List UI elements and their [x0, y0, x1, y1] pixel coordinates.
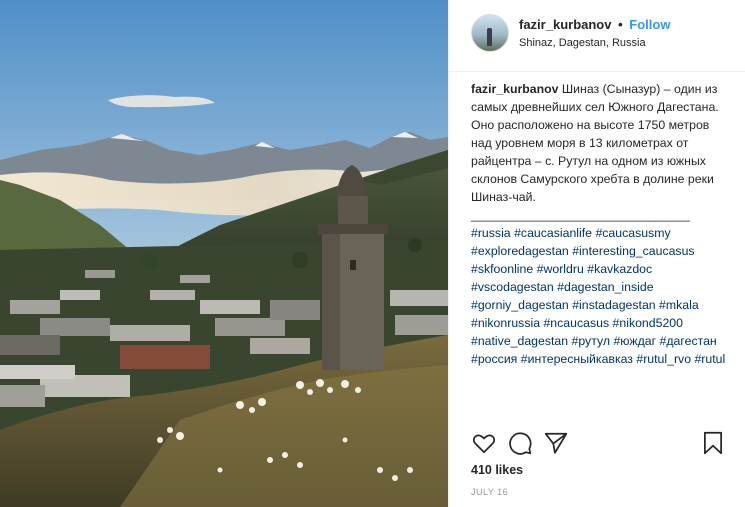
hashtag-link[interactable]: #vscodagestan — [471, 280, 554, 294]
hashtag-link[interactable]: #rutul — [694, 352, 725, 366]
follow-button[interactable]: Follow — [629, 17, 670, 32]
hashtag-link[interactable]: #nikond5200 — [613, 316, 683, 330]
location-link[interactable]: Shinaz, Dagestan, Russia — [519, 37, 646, 49]
hashtag-link[interactable]: #дагестан — [660, 334, 717, 348]
hashtag-link[interactable]: #рутул — [572, 334, 611, 348]
hashtag-link[interactable]: #russia — [471, 226, 511, 240]
hashtag-link[interactable]: #instadagestan — [572, 298, 655, 312]
landscape-image — [0, 0, 448, 507]
hashtag-link[interactable]: #exploredagestan — [471, 244, 569, 258]
username-link[interactable]: fazir_kurbanov — [519, 17, 611, 32]
hashtag-link[interactable]: #юждаг — [613, 334, 656, 348]
hashtag-link[interactable]: #skfoonline — [471, 262, 533, 276]
hashtag-link[interactable]: #dagestan_inside — [557, 280, 653, 294]
post-header: fazir_kurbanov • Follow Shinaz, Dagestan… — [449, 0, 745, 72]
hashtag-link[interactable]: #gorniy_dagestan — [471, 298, 569, 312]
caption-divider: ________________________________ — [471, 208, 690, 222]
share-icon[interactable] — [543, 430, 569, 456]
avatar[interactable] — [471, 14, 509, 52]
hashtag-link[interactable]: #nikonrussia — [471, 316, 540, 330]
post-date: JULY 16 — [471, 487, 509, 497]
heart-icon[interactable] — [471, 430, 497, 456]
caption-username[interactable]: fazir_kurbanov — [471, 82, 558, 96]
hashtag-link[interactable]: #native_dagestan — [471, 334, 568, 348]
post-caption: fazir_kurbanov Шиназ (Сыназур) – один из… — [471, 80, 726, 368]
post-photo[interactable] — [0, 0, 448, 507]
hashtag-link[interactable]: #mkala — [659, 298, 699, 312]
hashtag-link[interactable]: #interesting_caucasus — [572, 244, 694, 258]
post-sidebar: fazir_kurbanov • Follow Shinaz, Dagestan… — [448, 0, 745, 507]
bookmark-icon[interactable] — [700, 430, 726, 456]
instagram-post: fazir_kurbanov • Follow Shinaz, Dagestan… — [0, 0, 745, 507]
hashtag-link[interactable]: #worldru — [537, 262, 584, 276]
separator-dot: • — [618, 17, 623, 32]
hashtag-list: #russia #caucasianlife #caucasusmy #expl… — [471, 224, 726, 368]
caption-text: Шиназ (Сыназур) – один из самых древнейш… — [471, 82, 719, 204]
action-bar — [471, 430, 726, 458]
hashtag-link[interactable]: #kavkazdoc — [587, 262, 652, 276]
hashtag-link[interactable]: #rutul_rvo — [636, 352, 691, 366]
comment-icon[interactable] — [507, 430, 533, 456]
hashtag-link[interactable]: #caucasianlife — [514, 226, 592, 240]
hashtag-link[interactable]: #caucasusmy — [595, 226, 670, 240]
hashtag-link[interactable]: #интересныйкавказ — [521, 352, 633, 366]
avatar-figure — [487, 28, 492, 46]
hashtag-link[interactable]: #ncaucasus — [543, 316, 609, 330]
username-row: fazir_kurbanov • Follow — [519, 17, 670, 32]
hashtag-link[interactable]: #россия — [471, 352, 517, 366]
likes-count[interactable]: 410 likes — [471, 463, 523, 477]
